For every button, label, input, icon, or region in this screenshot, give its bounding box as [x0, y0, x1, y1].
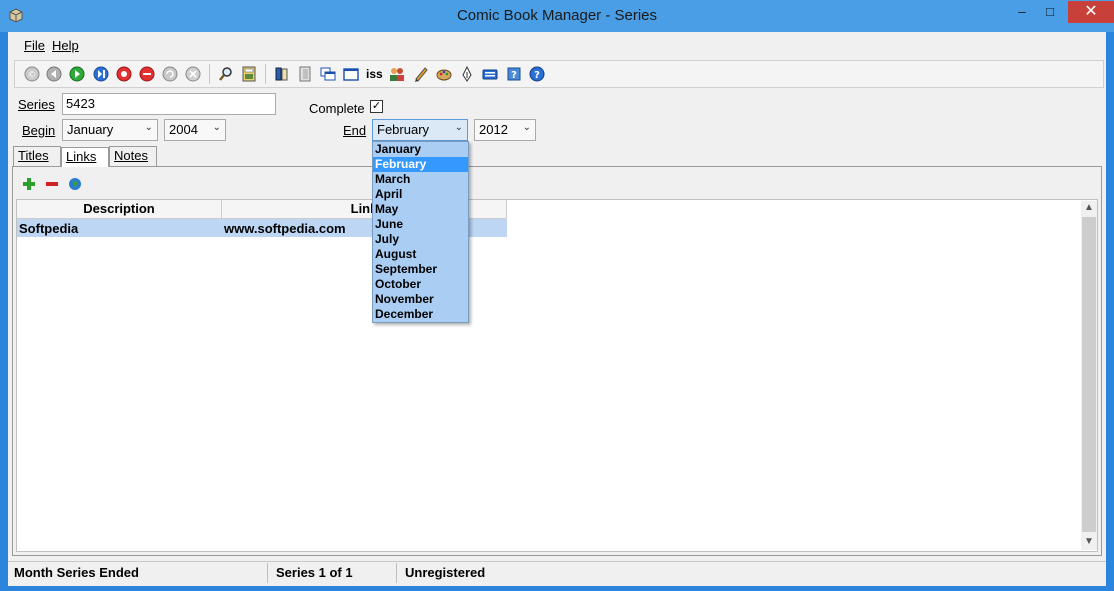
calculator-icon[interactable]: [241, 66, 257, 82]
remove-link-icon[interactable]: [45, 177, 59, 191]
end-label: End: [343, 123, 366, 138]
next-record-icon[interactable]: [69, 66, 85, 82]
series-input[interactable]: 5423: [62, 93, 276, 115]
end-month-value: February: [377, 122, 430, 137]
scroll-up-icon[interactable]: ▲: [1081, 202, 1097, 213]
issues-button[interactable]: iss: [366, 67, 383, 81]
status-field-registration: Unregistered: [405, 565, 486, 580]
tab-links[interactable]: Links: [61, 147, 109, 167]
tab-notes-label: Notes: [114, 148, 148, 163]
cancel-icon[interactable]: [185, 66, 201, 82]
tab-links-label: Links: [66, 149, 97, 164]
tab-titles[interactable]: Titles: [13, 146, 61, 166]
add-record-icon[interactable]: [116, 66, 132, 82]
begin-label: Begin: [22, 123, 55, 138]
help-icon[interactable]: ?: [529, 66, 545, 82]
chevron-down-icon: ⌄: [212, 122, 221, 133]
menu-help[interactable]: Help: [52, 38, 79, 53]
dropdown-option[interactable]: July: [373, 232, 468, 247]
toolbar-separator: [265, 64, 266, 84]
window-icon[interactable]: [343, 66, 359, 82]
books-icon[interactable]: [274, 66, 290, 82]
help-book-icon[interactable]: ?: [506, 66, 522, 82]
end-month-select[interactable]: February ⌄: [372, 119, 468, 141]
begin-month-value: January: [67, 122, 114, 137]
begin-label-text: Begin: [22, 123, 56, 138]
refresh-icon[interactable]: [162, 66, 178, 82]
dropdown-option[interactable]: September: [373, 262, 468, 277]
close-button[interactable]: ✕: [1068, 1, 1114, 23]
windows-icon[interactable]: [320, 66, 336, 82]
dropdown-option[interactable]: December: [373, 307, 468, 322]
links-grid[interactable]: [16, 199, 1098, 552]
column-header-description[interactable]: Description: [17, 200, 222, 219]
chevron-down-icon: ⌄: [144, 122, 153, 133]
begin-year-select[interactable]: 2004 ⌄: [164, 119, 226, 141]
end-year-select[interactable]: 2012 ⌄: [474, 119, 536, 141]
keyboard-icon[interactable]: [482, 66, 498, 82]
menu-file[interactable]: File: [24, 38, 45, 53]
status-bar: [8, 561, 1106, 586]
begin-month-select[interactable]: January ⌄: [62, 119, 158, 141]
document-icon[interactable]: [297, 66, 313, 82]
palette-icon[interactable]: [436, 66, 452, 82]
add-link-icon[interactable]: [22, 177, 36, 191]
status-field-record: Series 1 of 1: [276, 565, 353, 580]
complete-checkbox[interactable]: ✓: [370, 100, 383, 113]
pen-nib-icon[interactable]: [459, 66, 475, 82]
begin-year-value: 2004: [169, 122, 198, 137]
tab-notes[interactable]: Notes: [109, 146, 157, 166]
scroll-down-icon[interactable]: ▼: [1081, 536, 1097, 547]
minimize-button[interactable]: –: [1008, 1, 1036, 23]
svg-text:?: ?: [511, 70, 517, 81]
globe-icon[interactable]: [68, 177, 82, 191]
complete-label: Complete: [309, 101, 365, 116]
series-label: Series: [18, 97, 55, 112]
end-year-value: 2012: [479, 122, 508, 137]
cell-link[interactable]: www.softpedia.com: [224, 221, 346, 236]
maximize-button[interactable]: □: [1036, 1, 1064, 23]
dropdown-option[interactable]: May: [373, 202, 468, 217]
dropdown-option[interactable]: March: [373, 172, 468, 187]
dropdown-option[interactable]: April: [373, 187, 468, 202]
chevron-down-icon: ⌄: [454, 122, 463, 133]
pencil-icon[interactable]: [413, 66, 429, 82]
scrollbar-thumb[interactable]: [1082, 217, 1096, 532]
status-separator: [267, 563, 268, 583]
dropdown-option[interactable]: June: [373, 217, 468, 232]
status-field-hint: Month Series Ended: [14, 565, 139, 580]
cell-description[interactable]: Softpedia: [19, 221, 78, 236]
dropdown-option[interactable]: October: [373, 277, 468, 292]
series-label-text: Series: [18, 97, 55, 112]
search-icon[interactable]: [218, 66, 234, 82]
window-title: Comic Book Manager - Series: [456, 7, 658, 24]
end-label-text: End: [343, 123, 367, 138]
svg-text:©: ©: [28, 71, 37, 81]
tab-titles-label: Titles: [18, 148, 49, 163]
menu-bar: [10, 35, 1104, 57]
delete-record-icon[interactable]: [139, 66, 155, 82]
dropdown-option[interactable]: August: [373, 247, 468, 262]
users-icon[interactable]: [389, 66, 405, 82]
last-record-icon[interactable]: [93, 66, 109, 82]
status-separator: [396, 563, 397, 583]
dropdown-option-selected[interactable]: February: [373, 157, 468, 172]
first-record-icon[interactable]: ©: [24, 66, 40, 82]
dropdown-option[interactable]: January: [373, 142, 468, 157]
dropdown-option[interactable]: November: [373, 292, 468, 307]
chevron-down-icon: ⌄: [522, 122, 531, 133]
svg-text:?: ?: [534, 70, 540, 81]
previous-record-icon[interactable]: [46, 66, 62, 82]
toolbar-separator: [209, 64, 210, 84]
